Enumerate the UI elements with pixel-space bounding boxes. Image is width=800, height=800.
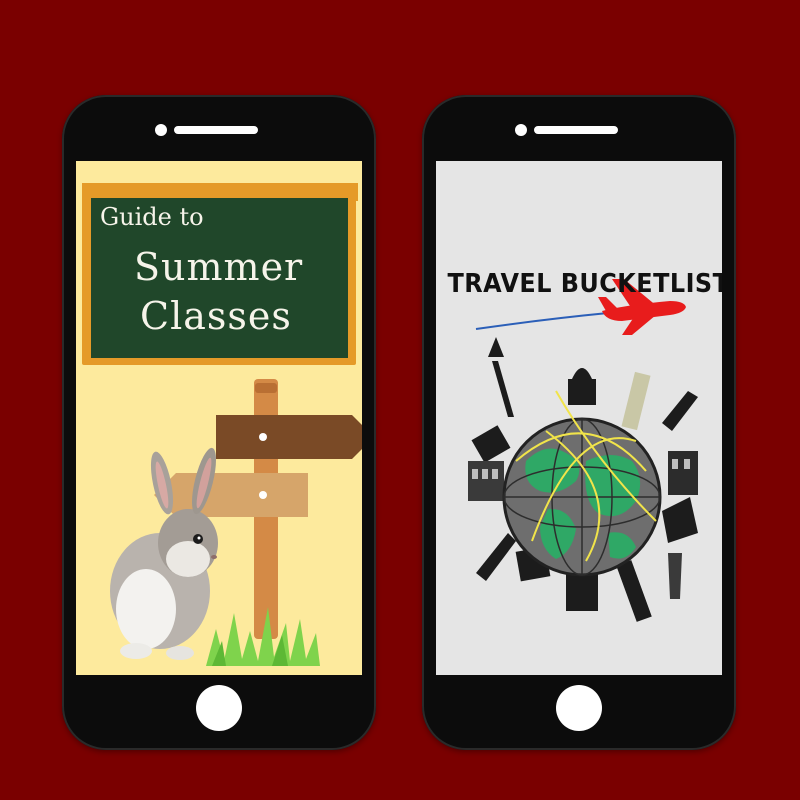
travel-illustration [436,161,722,675]
sign-left-arrow [154,473,308,517]
colosseum [468,461,504,501]
chalkboard-line-summer: Summer [134,245,304,289]
camera-icon [155,124,167,136]
phone-right: TRAVEL BUCKETLIST [422,95,736,750]
signpost-cap [255,383,277,393]
phone-left: Guide to Summer Classes [62,95,376,750]
camera-icon [515,124,527,136]
chalkboard-line-guide: Guide to [100,203,204,231]
phone-screen-summer-classes[interactable]: Guide to Summer Classes [76,161,362,675]
sign-right-arrow [216,415,362,459]
speaker-icon [174,126,258,134]
travel-bucketlist-title: TRAVEL BUCKETLIST [447,269,722,299]
home-button-icon[interactable] [556,685,602,731]
sign-bolt [259,433,267,441]
chalkboard-line-classes: Classes [140,294,292,338]
phone-screen-travel-bucketlist[interactable]: TRAVEL BUCKETLIST [436,161,722,675]
sign-bolt [259,491,267,499]
home-button-icon[interactable] [196,685,242,731]
summer-classes-illustration [76,161,362,675]
speaker-icon [534,126,618,134]
